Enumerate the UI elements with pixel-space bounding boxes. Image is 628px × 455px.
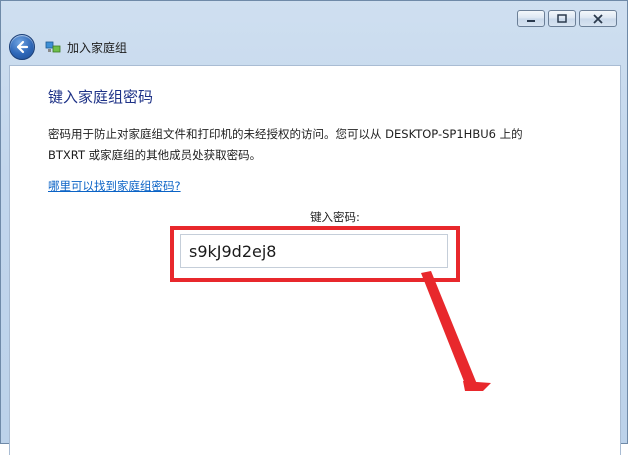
close-icon	[593, 13, 603, 24]
description-line-2: BTXRT 或家庭组的其他成员处获取密码。	[48, 148, 262, 162]
back-arrow-icon	[16, 40, 29, 54]
homegroup-window: 加入家庭组 键入家庭组密码 密码用于防止对家庭组文件和打印机的未经授权的访问。您…	[0, 0, 628, 455]
content-panel: 键入家庭组密码 密码用于防止对家庭组文件和打印机的未经授权的访问。您可以从 DE…	[9, 65, 621, 455]
navigation-bar: 加入家庭组	[9, 33, 127, 61]
minimize-button[interactable]	[517, 10, 545, 27]
password-input[interactable]	[180, 234, 448, 268]
maximize-icon	[557, 14, 567, 23]
maximize-button[interactable]	[548, 10, 576, 27]
caption-buttons	[517, 10, 617, 27]
back-button[interactable]	[9, 34, 35, 60]
password-help-link[interactable]: 哪里可以找到家庭组密码?	[48, 178, 181, 194]
close-button[interactable]	[579, 10, 617, 27]
homegroup-icon	[45, 41, 61, 53]
minimize-icon	[527, 19, 535, 22]
description-line-1: 密码用于防止对家庭组文件和打印机的未经授权的访问。您可以从 DESKTOP-SP…	[48, 127, 523, 141]
description-text: 密码用于防止对家庭组文件和打印机的未经授权的访问。您可以从 DESKTOP-SP…	[48, 124, 588, 166]
page-heading: 键入家庭组密码	[48, 88, 154, 106]
window-title: 加入家庭组	[67, 40, 128, 55]
password-label: 键入密码:	[310, 210, 360, 224]
